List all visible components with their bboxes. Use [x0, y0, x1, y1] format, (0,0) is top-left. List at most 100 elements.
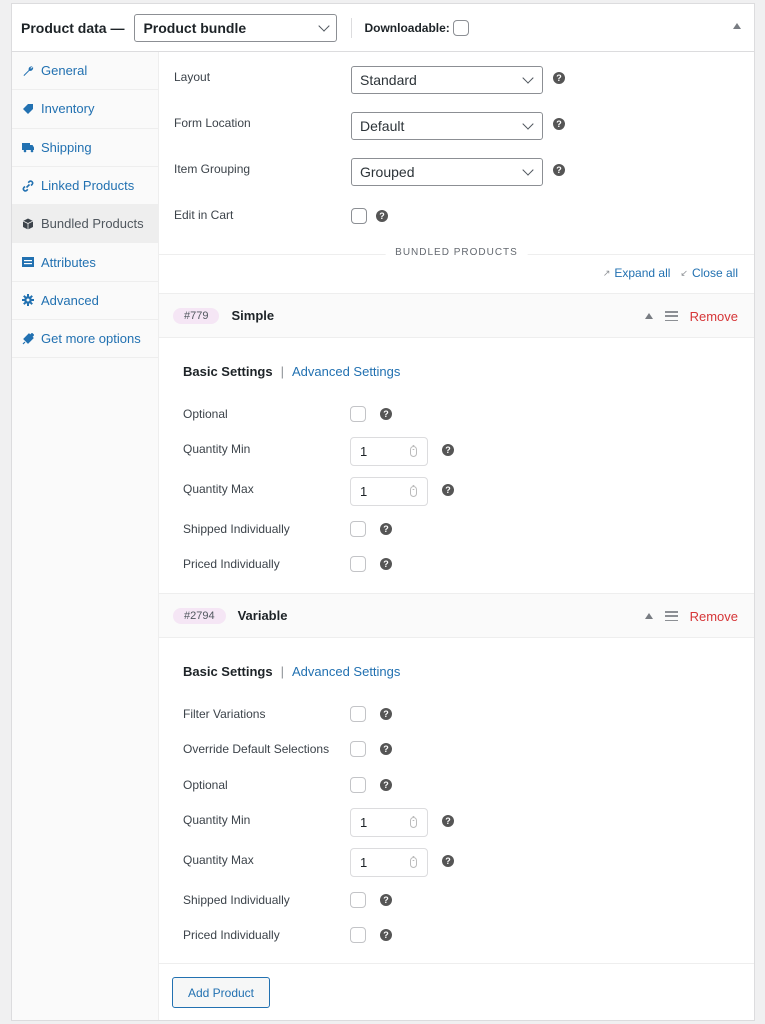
- quantity-min-input[interactable]: 1 ˆˇ: [350, 437, 428, 466]
- panel-title: Product data —: [21, 19, 125, 36]
- help-icon[interactable]: ?: [442, 444, 454, 456]
- help-icon[interactable]: ?: [376, 210, 388, 222]
- box-icon: [22, 218, 34, 230]
- help-icon[interactable]: ?: [553, 118, 565, 130]
- product-id-badge: #779: [173, 307, 220, 324]
- help-icon[interactable]: ?: [380, 894, 392, 906]
- tab-linked-products[interactable]: Linked Products: [12, 167, 158, 206]
- optional-checkbox[interactable]: [350, 777, 366, 793]
- help-icon[interactable]: ?: [442, 855, 454, 867]
- quantity-max-label: Quantity Max: [183, 853, 254, 867]
- filter-variations-label: Filter Variations: [183, 707, 266, 721]
- advanced-settings-tab[interactable]: Advanced Settings: [292, 664, 400, 679]
- help-icon[interactable]: ?: [442, 815, 454, 827]
- collapse-arrow-icon[interactable]: [644, 613, 653, 619]
- quantity-min-label: Quantity Min: [183, 813, 251, 827]
- collapse-panel-arrow-icon[interactable]: [733, 23, 741, 29]
- help-icon[interactable]: ?: [553, 164, 565, 176]
- tab-label: Linked Products: [41, 178, 135, 194]
- remove-link[interactable]: Remove: [690, 309, 738, 324]
- tab-get-more-options[interactable]: Get more options: [12, 320, 158, 359]
- product-data-tabs: General Inventory Shipping Linked Produc…: [12, 52, 159, 1020]
- layout-select[interactable]: Standard: [351, 66, 543, 94]
- quantity-min-value: 1: [360, 815, 368, 830]
- bundled-item-header[interactable]: #2794 Variable Remove: [159, 594, 754, 638]
- header-divider: [351, 17, 353, 38]
- bundle-footer: Add Product: [159, 963, 754, 1021]
- product-data-panel: Product data — Product bundle Downloadab…: [11, 3, 755, 1021]
- help-icon[interactable]: ?: [380, 523, 392, 535]
- settings-tabs: Basic Settings | Advanced Settings: [183, 364, 400, 379]
- tab-inventory[interactable]: Inventory: [12, 90, 158, 129]
- drag-handle-icon[interactable]: [664, 611, 678, 621]
- product-type-value: Product bundle: [143, 19, 247, 36]
- tab-label: Get more options: [41, 331, 141, 347]
- expand-all-link[interactable]: ↗ Expand all: [603, 266, 671, 280]
- truck-icon: [22, 141, 34, 153]
- optional-label: Optional: [183, 407, 228, 421]
- help-icon[interactable]: ?: [553, 72, 565, 84]
- tab-separator: |: [280, 664, 284, 679]
- edit-in-cart-checkbox[interactable]: [351, 208, 367, 224]
- optional-checkbox[interactable]: [350, 406, 366, 422]
- product-type-select[interactable]: Product bundle: [134, 13, 338, 42]
- priced-individually-checkbox[interactable]: [350, 927, 366, 943]
- add-product-button[interactable]: Add Product: [172, 977, 270, 1008]
- help-icon[interactable]: ?: [380, 708, 392, 720]
- advanced-settings-tab[interactable]: Advanced Settings: [292, 364, 400, 379]
- edit-in-cart-label: Edit in Cart: [174, 208, 234, 222]
- bundled-item-name: Variable: [237, 608, 288, 623]
- item-grouping-select[interactable]: Grouped: [351, 158, 543, 186]
- tab-bundled-products[interactable]: Bundled Products: [12, 205, 158, 244]
- tab-attributes[interactable]: Attributes: [12, 243, 158, 282]
- quantity-min-value: 1: [360, 444, 368, 459]
- remove-link[interactable]: Remove: [690, 609, 738, 624]
- quantity-min-label: Quantity Min: [183, 442, 251, 456]
- close-all-label: Close all: [691, 266, 738, 280]
- bundled-item-header[interactable]: #779 Simple Remove: [159, 294, 754, 338]
- chevron-down-icon: [522, 164, 534, 176]
- chevron-down-icon: [522, 118, 534, 130]
- tab-advanced[interactable]: Advanced: [12, 282, 158, 321]
- form-location-value: Default: [360, 118, 405, 134]
- quantity-min-input[interactable]: 1 ˆˇ: [350, 808, 428, 837]
- tab-label: Shipping: [41, 139, 92, 155]
- help-icon[interactable]: ?: [380, 558, 392, 570]
- help-icon[interactable]: ?: [380, 408, 392, 420]
- filter-variations-checkbox[interactable]: [350, 706, 366, 722]
- spinner-icon[interactable]: ˆˇ: [410, 446, 417, 457]
- help-icon[interactable]: ?: [442, 484, 454, 496]
- help-icon[interactable]: ?: [380, 779, 392, 791]
- basic-settings-tab[interactable]: Basic Settings: [183, 664, 273, 679]
- close-all-link[interactable]: ↙ Close all: [680, 266, 738, 280]
- quantity-max-input[interactable]: 1 ˆˇ: [350, 477, 428, 506]
- override-default-selections-checkbox[interactable]: [350, 741, 366, 757]
- help-icon[interactable]: ?: [380, 929, 392, 941]
- quantity-max-value: 1: [360, 855, 368, 870]
- downloadable-checkbox[interactable]: [452, 19, 469, 36]
- collapse-arrow-icon[interactable]: [644, 313, 653, 319]
- spinner-icon[interactable]: ˆˇ: [410, 817, 417, 828]
- spinner-icon[interactable]: ˆˇ: [410, 486, 417, 497]
- spinner-icon[interactable]: ˆˇ: [410, 857, 417, 868]
- wrench-icon: [22, 65, 34, 77]
- form-location-label: Form Location: [174, 116, 251, 130]
- collapse-icon: ↙: [680, 267, 688, 278]
- priced-individually-label: Priced Individually: [183, 557, 280, 571]
- drag-handle-icon[interactable]: [664, 311, 678, 321]
- priced-individually-checkbox[interactable]: [350, 556, 366, 572]
- tab-general[interactable]: General: [12, 52, 158, 91]
- bundled-item-actions: Remove: [644, 594, 738, 638]
- help-icon[interactable]: ?: [380, 743, 392, 755]
- shipped-individually-checkbox[interactable]: [350, 892, 366, 908]
- bundled-products-divider: BUNDLED PRODUCTS: [159, 247, 754, 258]
- basic-settings-tab[interactable]: Basic Settings: [183, 364, 273, 379]
- bundled-products-heading: BUNDLED PRODUCTS: [385, 247, 528, 258]
- settings-tabs: Basic Settings | Advanced Settings: [183, 664, 400, 679]
- quantity-max-input[interactable]: 1 ˆˇ: [350, 848, 428, 877]
- override-default-selections-label: Override Default Selections: [183, 742, 330, 756]
- tab-shipping[interactable]: Shipping: [12, 129, 158, 167]
- shipped-individually-checkbox[interactable]: [350, 521, 366, 537]
- form-location-select[interactable]: Default: [351, 112, 543, 140]
- bundled-item-actions: Remove: [644, 294, 738, 338]
